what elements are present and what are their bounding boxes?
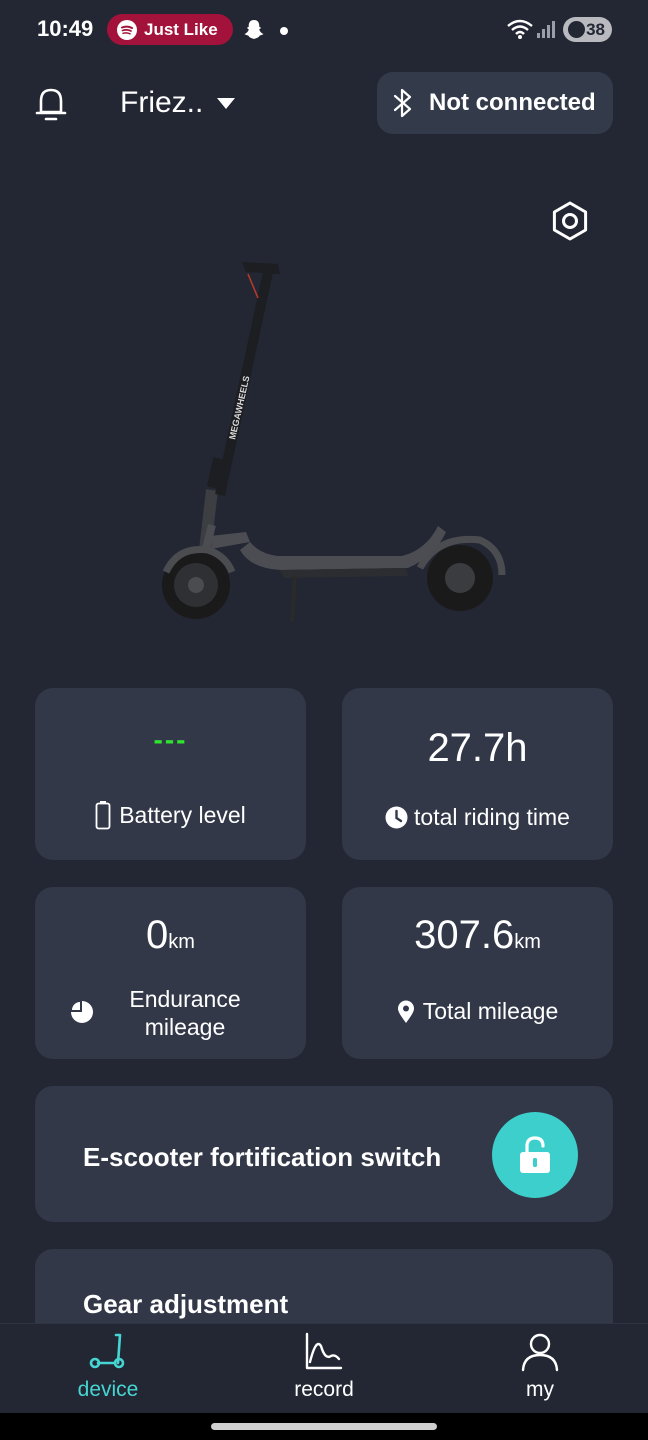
- battery-saver-icon: [568, 21, 585, 38]
- device-name: Friez..: [120, 86, 204, 119]
- fortification-toggle-button[interactable]: [492, 1112, 578, 1198]
- nav-my-label: my: [526, 1378, 554, 1401]
- spotify-track-text: Just Like: [144, 19, 218, 39]
- clock-icon: [385, 806, 408, 829]
- gesture-handle[interactable]: [211, 1423, 437, 1430]
- riding-time-label: total riding time: [414, 804, 570, 830]
- spotify-icon: [117, 19, 137, 40]
- bottom-navigation: device record my: [0, 1323, 648, 1413]
- battery-icon: [95, 801, 111, 830]
- person-icon: [521, 1333, 559, 1372]
- wifi-icon: [507, 19, 533, 39]
- status-time: 10:49: [37, 16, 94, 41]
- endurance-label-line2: mileage: [144, 1014, 226, 1040]
- fortification-switch-title: E-scooter fortification switch: [83, 1142, 442, 1172]
- svg-text:MEGAWHEELS: MEGAWHEELS: [227, 375, 251, 441]
- riding-time-value: 27.7h: [427, 726, 528, 770]
- nav-device-label: device: [77, 1378, 139, 1401]
- cell-signal-icon: [537, 21, 555, 38]
- device-selector[interactable]: Friez..: [120, 86, 236, 120]
- screen: 10:49 Just Like 38 Friez.. Not connected…: [0, 0, 648, 1440]
- bell-icon[interactable]: [33, 84, 69, 124]
- battery-percent: 38: [586, 19, 605, 39]
- battery-status-pill: 38: [563, 17, 612, 42]
- snapchat-ghost-icon: [244, 20, 264, 39]
- bluetooth-status-label: Not connected: [429, 89, 596, 116]
- scooter-image: MEGAWHEELS: [162, 262, 506, 623]
- pie-icon: [71, 1001, 93, 1023]
- spotify-now-playing-pill[interactable]: Just Like: [107, 14, 233, 45]
- endurance-mileage-card[interactable]: 0km Endurance mileage: [35, 887, 306, 1059]
- notification-dot: [280, 27, 288, 35]
- total-mileage-value: 307.6: [414, 913, 515, 957]
- endurance-label-line1: Endurance: [129, 986, 241, 1012]
- total-mileage-label: Total mileage: [422, 998, 559, 1024]
- bluetooth-connection-button[interactable]: Not connected: [377, 72, 613, 134]
- gear-adjustment-title: Gear adjustment: [83, 1289, 289, 1319]
- total-mileage-unit: km: [514, 931, 541, 953]
- lock-open-icon: [520, 1136, 550, 1173]
- nav-device[interactable]: device: [48, 1324, 168, 1414]
- scooter-icon: [89, 1333, 125, 1369]
- endurance-value: 0: [146, 913, 169, 957]
- status-bar: 10:49 Just Like 38: [0, 0, 648, 60]
- chart-icon: [305, 1332, 343, 1370]
- battery-level-value: ---: [153, 724, 188, 755]
- location-pin-icon: [397, 1000, 414, 1023]
- fortification-switch-card: E-scooter fortification switch: [35, 1086, 613, 1222]
- settings-icon[interactable]: [549, 200, 591, 242]
- nav-my[interactable]: my: [480, 1324, 600, 1414]
- battery-level-label: Battery level: [119, 801, 246, 828]
- riding-time-card[interactable]: 27.7h total riding time: [342, 688, 613, 860]
- chevron-down-icon: [217, 97, 236, 109]
- nav-record-label: record: [294, 1378, 354, 1401]
- total-mileage-card[interactable]: 307.6km Total mileage: [342, 887, 613, 1059]
- nav-record[interactable]: record: [264, 1324, 384, 1414]
- battery-level-card[interactable]: --- Battery level: [35, 688, 306, 860]
- bluetooth-icon: [393, 88, 412, 118]
- endurance-unit: km: [168, 931, 195, 953]
